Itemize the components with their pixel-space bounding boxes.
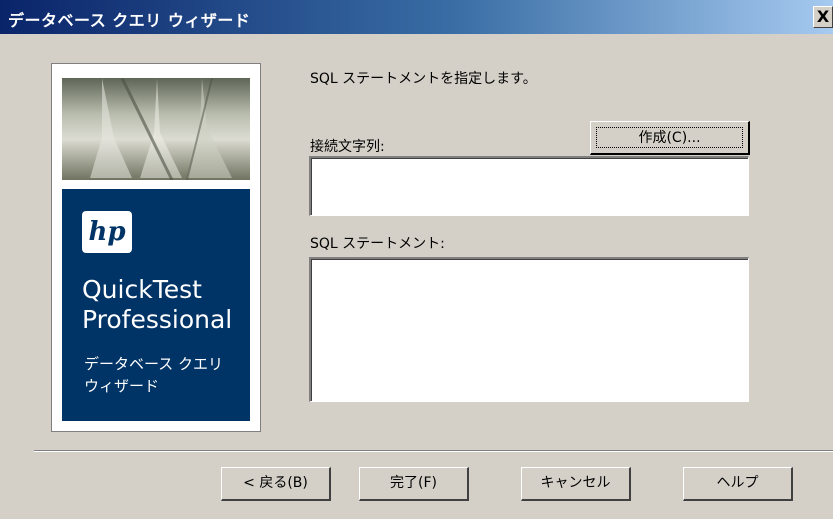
close-button[interactable]: X (813, 6, 833, 28)
product-name: QuickTest Professional (82, 275, 233, 334)
help-button[interactable]: ヘルプ (683, 467, 793, 501)
cancel-button[interactable]: キャンセル (521, 467, 631, 501)
banner-subtitle: データベース クエリ ウィザード (84, 355, 224, 395)
connection-string-field[interactable] (309, 156, 749, 216)
banner-product-panel: hp QuickTest Professional データベース クエリ ウィザ… (62, 189, 250, 421)
banner-photo-image (62, 78, 250, 180)
close-icon: X (816, 7, 830, 26)
create-button[interactable]: 作成(C)... (590, 121, 750, 155)
footer-divider (34, 450, 833, 452)
hp-logo: hp (82, 211, 132, 253)
sql-statement-field[interactable] (309, 257, 749, 402)
window-title: データベース クエリ ウィザード (8, 11, 251, 30)
sql-statement-label: SQL ステートメント: (310, 236, 445, 252)
connection-string-label: 接続文字列: (310, 139, 385, 155)
create-button-label: 作成(C)... (596, 127, 743, 148)
wizard-banner: hp QuickTest Professional データベース クエリ ウィザ… (51, 63, 261, 432)
lab-glassware-image (62, 78, 250, 180)
database-query-wizard-dialog: データベース クエリ ウィザード X hp QuickTest Professi… (0, 0, 833, 519)
title-bar[interactable]: データベース クエリ ウィザード X (0, 0, 833, 34)
instruction-text: SQL ステートメントを指定します。 (310, 71, 537, 87)
back-button[interactable]: < 戻る(B) (221, 467, 331, 501)
finish-button[interactable]: 完了(F) (359, 467, 469, 501)
